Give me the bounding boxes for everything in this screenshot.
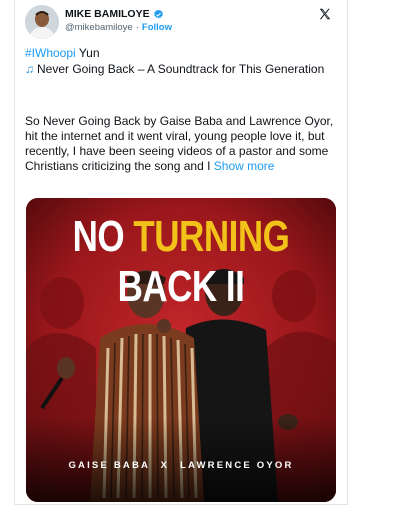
tweet-paragraph: So Never Going Back by Gaise Baba and La…: [25, 114, 340, 174]
poster-title: NO TURNING BACK II: [26, 212, 336, 312]
author-handle[interactable]: @mikebamiloye: [65, 22, 133, 33]
avatar[interactable]: [25, 5, 59, 39]
follow-button[interactable]: Follow: [142, 22, 172, 33]
show-more-link[interactable]: Show more: [214, 159, 275, 173]
hashtag-link[interactable]: #IWhoopi: [25, 46, 76, 60]
poster-x: X: [160, 460, 170, 471]
tweet-title-text: Never Going Back – A Soundtrack for This…: [37, 62, 325, 76]
separator-dot: ·: [135, 22, 139, 33]
tweet-line-title: ♫ Never Going Back – A Soundtrack for Thi…: [25, 62, 340, 77]
x-logo-icon[interactable]: [318, 7, 332, 21]
author-name[interactable]: MIKE BAMILOYE: [65, 8, 150, 20]
author-name-row: MIKE BAMILOYE: [65, 8, 164, 20]
tweet-card: MIKE BAMILOYE @mikebamiloye · Follow #IW…: [14, 0, 348, 505]
poster-title-part1: NO: [72, 212, 134, 261]
poster-title-turning: TURNING: [133, 212, 290, 261]
poster-artist-1: GAISE BABA: [68, 460, 150, 471]
verified-badge-icon: [153, 9, 163, 18]
tweet-media-poster[interactable]: NO TURNING BACK II GAISE BABA X LAWRENCE…: [26, 198, 336, 502]
hashtag-rest: Yun: [75, 46, 100, 60]
author-handle-row: @mikebamiloye · Follow: [65, 22, 172, 33]
tweet-body-text: So Never Going Back by Gaise Baba and La…: [25, 114, 334, 173]
music-note-icon: ♫: [25, 62, 34, 76]
tweet-line-hashtag: #IWhoopi Yun: [25, 46, 340, 61]
poster-title-part3: BACK II: [117, 262, 245, 311]
poster-artist-2: LAWRENCE OYOR: [179, 460, 294, 471]
poster-artists: GAISE BABA X LAWRENCE OYOR: [26, 460, 336, 471]
